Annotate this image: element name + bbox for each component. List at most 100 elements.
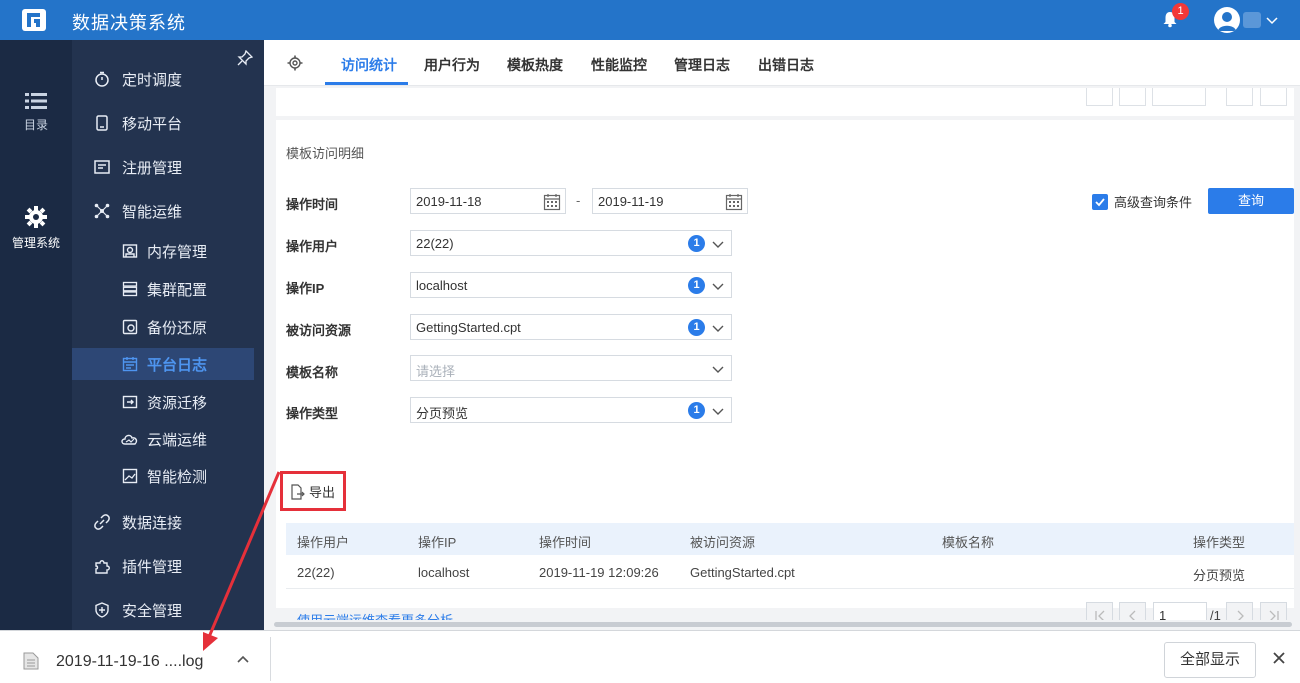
column-header: 操作类型 <box>1193 535 1246 550</box>
pagination-prev-button[interactable] <box>1119 88 1146 106</box>
scrollbar-thumb[interactable] <box>274 622 1292 627</box>
tab-template-heat[interactable]: 模板热度 <box>507 55 563 75</box>
timer-icon <box>95 71 109 87</box>
settings-gear-icon[interactable] <box>287 55 303 71</box>
user-label: 操作用户 <box>286 239 339 254</box>
export-button[interactable]: 导出 <box>290 482 335 501</box>
sidebar-item-plugins[interactable]: 插件管理 <box>72 550 264 582</box>
type-select[interactable]: 分页预览 1 <box>410 397 732 423</box>
registration-icon <box>94 160 110 174</box>
type-label: 操作类型 <box>286 406 339 421</box>
selected-count-badge: 1 <box>688 402 705 419</box>
mobile-icon <box>96 115 108 131</box>
sidebar-item-memory[interactable]: 内存管理 <box>72 235 254 267</box>
sidebar-item-cluster[interactable]: 集群配置 <box>72 273 254 305</box>
tab-performance[interactable]: 性能监控 <box>591 55 647 75</box>
username-blurred <box>1243 12 1261 28</box>
shield-icon <box>95 602 109 618</box>
close-icon[interactable] <box>1272 651 1286 665</box>
table-row[interactable]: 22(22) localhost 2019-11-19 12:09:26 Get… <box>286 555 1294 589</box>
column-header: 模板名称 <box>942 535 995 550</box>
download-bar: 2019-11-19-16 ....log 全部显示 <box>0 630 1300 683</box>
main-content: 访问统计 用户行为 模板热度 性能监控 管理日志 出错日志 模板访问明细 操作时… <box>264 40 1300 630</box>
app-logo-icon <box>22 9 46 31</box>
calendar-log-icon <box>122 357 138 372</box>
chevron-down-icon[interactable] <box>711 404 725 418</box>
chevron-up-icon[interactable] <box>236 653 250 667</box>
pagination-next-button[interactable] <box>1226 88 1253 106</box>
date-separator: - <box>576 193 581 208</box>
sidebar-nav: 定时调度 移动平台 注册管理 智能运维 内存管理 集群配置 备份还原 平台日志 … <box>72 40 264 630</box>
sidebar-item-mobile[interactable]: 移动平台 <box>72 107 264 139</box>
rail-item-label: 目录 <box>23 118 48 132</box>
sidebar-item-registration[interactable]: 注册管理 <box>72 151 264 183</box>
resource-label: 被访问资源 <box>286 323 352 338</box>
table-cell: 分页预览 <box>1193 568 1246 583</box>
server-stack-icon <box>122 281 138 297</box>
link-icon <box>94 514 110 530</box>
selected-count-badge: 1 <box>688 235 705 252</box>
show-all-downloads-button[interactable]: 全部显示 <box>1164 642 1256 678</box>
network-icon <box>94 203 110 219</box>
app-title: 数据决策系统 <box>72 13 186 33</box>
chevron-down-icon[interactable] <box>711 279 725 293</box>
pagination-first-button[interactable] <box>1086 88 1113 106</box>
column-header: 操作时间 <box>539 535 592 550</box>
tab-user-behavior[interactable]: 用户行为 <box>424 55 480 75</box>
rail-item-catalog[interactable]: 目录 <box>0 92 72 133</box>
start-date-input[interactable]: 2019-11-18 <box>410 188 566 214</box>
user-select[interactable]: 22(22) 1 <box>410 230 732 256</box>
download-filename[interactable]: 2019-11-19-16 ....log <box>56 653 203 671</box>
migration-icon <box>122 395 138 409</box>
file-icon <box>23 652 39 670</box>
calendar-icon[interactable] <box>725 193 743 211</box>
pagination-last-button[interactable] <box>1260 88 1287 106</box>
top-bar: 数据决策系统 1 <box>0 0 1300 40</box>
table-header: 操作用户 操作IP 操作时间 被访问资源 模板名称 操作类型 <box>286 523 1294 555</box>
chevron-down-icon[interactable] <box>711 321 725 335</box>
export-file-icon <box>291 483 305 500</box>
app-window: 数据决策系统 1 目录 管理系统 定时调度 移动平台 注册管理 智能运维 内存管… <box>0 0 1300 683</box>
table-cell: 2019-11-19 12:09:26 <box>539 565 659 580</box>
template-select[interactable]: 请选择 <box>410 355 732 381</box>
tab-admin-log[interactable]: 管理日志 <box>674 55 730 75</box>
sidebar-item-scheduling[interactable]: 定时调度 <box>72 63 264 95</box>
tab-bar: 访问统计 用户行为 模板热度 性能监控 管理日志 出错日志 <box>264 40 1300 86</box>
chevron-down-icon[interactable] <box>711 362 725 376</box>
rail-item-management[interactable]: 管理系统 <box>0 206 72 251</box>
rail-item-label: 管理系统 <box>11 236 60 250</box>
ip-select[interactable]: localhost 1 <box>410 272 732 298</box>
avatar[interactable] <box>1214 7 1240 33</box>
list-icon <box>25 93 47 109</box>
sidebar-item-platform-log[interactable]: 平台日志 <box>72 348 254 380</box>
calendar-icon[interactable] <box>543 193 561 211</box>
divider <box>270 637 271 681</box>
sidebar-item-security[interactable]: 安全管理 <box>72 594 264 626</box>
chevron-down-icon[interactable] <box>1265 13 1279 27</box>
tab-visit-stats[interactable]: 访问统计 <box>341 55 397 75</box>
sidebar-item-cloud-ops[interactable]: 云端运维 <box>72 423 254 455</box>
column-header: 被访问资源 <box>690 535 756 550</box>
sidebar-item-data-connection[interactable]: 数据连接 <box>72 506 264 538</box>
horizontal-scrollbar[interactable] <box>264 620 1300 630</box>
advanced-query-checkbox[interactable]: 高级查询条件 <box>1092 192 1192 211</box>
end-date-input[interactable]: 2019-11-19 <box>592 188 748 214</box>
export-highlight-box: 导出 <box>280 471 346 511</box>
card-title: 模板访问明细 <box>286 146 365 161</box>
cloud-icon <box>121 434 138 445</box>
sidebar-item-ops[interactable]: 智能运维 <box>72 195 264 227</box>
template-visit-detail-card: 模板访问明细 操作时间 2019-11-18 - 2019-11-19 高级查询… <box>276 120 1294 629</box>
sidebar-item-backup[interactable]: 备份还原 <box>72 311 254 343</box>
resource-select[interactable]: GettingStarted.cpt 1 <box>410 314 732 340</box>
pagination-input[interactable] <box>1152 88 1206 106</box>
image-check-icon <box>122 468 138 484</box>
sidebar-item-detection[interactable]: 智能检测 <box>72 460 254 492</box>
sidebar-item-migration[interactable]: 资源迁移 <box>72 386 254 418</box>
tab-error-log[interactable]: 出错日志 <box>758 55 814 75</box>
gear-icon <box>25 206 47 228</box>
query-button[interactable]: 查询 <box>1208 188 1294 214</box>
column-header: 操作用户 <box>297 535 350 550</box>
table-cell: 22(22) <box>297 565 335 580</box>
chevron-down-icon[interactable] <box>711 237 725 251</box>
template-label: 模板名称 <box>286 365 339 380</box>
